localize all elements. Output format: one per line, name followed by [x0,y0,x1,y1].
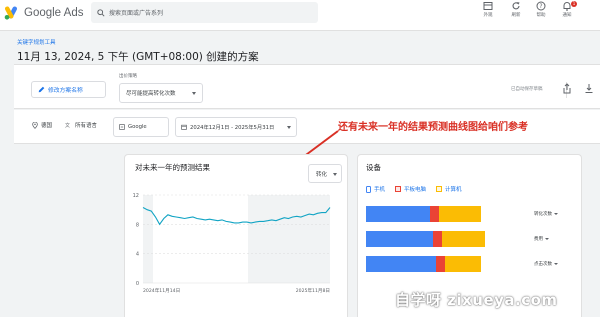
bid-strategy-select[interactable]: 尽可能提高转化次数 [119,83,203,103]
calendar-icon [181,124,187,130]
legend-mobile-label: 手机 [374,187,386,193]
legend-mobile: 手机 [366,185,385,193]
edit-plan-name-label: 修改方案名称 [48,88,83,94]
legend-tablet: 平板电脑 [395,185,426,193]
notifications-button[interactable]: 1 通知 [555,1,579,18]
chevron-down-icon [545,237,549,240]
bar-segment-tablet [429,206,439,222]
bid-strategy-value: 尽可能提高转化次数 [126,91,176,97]
x-tick-label: 2025年11月8日 [296,287,330,294]
location-pin-icon [32,121,38,129]
ads-logo-icon [4,6,18,20]
top-bar: Google Ads 搜索页面或广告系列 外观 刷新 ? 帮助 1 通知 [0,0,600,31]
help-label: 帮助 [536,13,546,18]
location-value: 德国 [41,123,53,129]
translate-icon: 文 [65,122,70,129]
chevron-down-icon [192,92,196,95]
device-metric-select[interactable]: 费用 [534,236,549,242]
appearance-button[interactable]: 外观 [476,1,500,18]
device-metric-label: 转化次数 [534,212,552,217]
location-filter[interactable]: 德国 [32,121,52,129]
bar-segment-computer [441,231,486,247]
refresh-icon [512,2,520,10]
search-network-select[interactable]: Google [113,117,169,137]
bar-segment-mobile [366,231,433,247]
google-ads-logo[interactable]: Google Ads [4,6,83,20]
annotation-text: 还有未来一年的结果预测曲线图给咱们参考 [338,122,528,133]
bid-strategy-label: 出价策略 [119,74,137,79]
language-value: 所有语言 [75,123,98,129]
legend-computer-label: 计算机 [445,187,462,193]
chevron-down-icon [554,212,558,215]
devices-title: 设备 [366,163,381,172]
device-bar-cost[interactable]: 费用 [366,231,576,247]
forecast-card: 对未来一年的预测结果 转化 0 4 8 12 2024年11月14日 2025年11月8日 [124,154,348,317]
search-engine-icon [119,124,125,130]
bar-segment-mobile [366,206,430,222]
search-icon [97,8,105,17]
y-tick-label: 4 [136,252,139,258]
y-tick-label: 8 [136,222,139,228]
device-metric-label: 点击次数 [534,262,552,267]
forecast-metric-select[interactable]: 转化 [308,164,342,183]
app-title: Google Ads [24,7,84,19]
appearance-label: 外观 [483,13,493,18]
pencil-icon [38,86,45,93]
download-icon[interactable] [584,83,594,94]
forecast-line-chart[interactable]: 0 4 8 12 2024年11月14日 2025年11月8日 [125,185,349,317]
device-metric-select[interactable]: 转化次数 [534,211,558,217]
legend-tablet-label: 平板电脑 [404,187,427,193]
svg-text:文: 文 [65,122,70,129]
refresh-button[interactable]: 刷新 [504,1,528,18]
language-filter[interactable]: 文 所有语言 [65,121,98,130]
share-icon[interactable] [562,83,572,94]
forecast-title: 对未来一年的预测结果 [135,163,210,172]
forecast-metric-value: 转化 [316,171,328,178]
chevron-down-icon [554,262,558,265]
device-bar-conversions[interactable]: 转化次数 [366,206,576,222]
search-network-value: Google [128,124,147,130]
bar-segment-tablet [432,231,442,247]
chart-shaded-band [248,195,330,283]
search-placeholder: 搜索页面或广告系列 [109,10,164,17]
device-metric-select[interactable]: 点击次数 [534,261,558,267]
legend-computer: 计算机 [436,185,462,193]
bar-segment-computer [438,206,481,222]
appearance-icon [483,2,493,10]
svg-text:?: ? [539,3,542,10]
page-title: 11月 13, 2024, 5 下午 (GMT+08:00) 创建的方案 [17,51,259,63]
bar-segment-mobile [366,256,436,272]
plan-settings-card: 修改方案名称 出价策略 尽可能提高转化次数 已自动保存草稿 [14,64,600,109]
chevron-down-icon [333,173,337,176]
device-metric-label: 费用 [534,237,543,242]
phone-icon [366,185,371,193]
tablet-icon [395,186,402,192]
bar-segment-computer [445,256,481,272]
x-tick-label: 2024年11月14日 [143,287,180,294]
notifications-label: 通知 [562,13,572,18]
devices-legend: 手机 平板电脑 计算机 [366,185,472,193]
saved-status: 已自动保存草稿 [511,87,543,92]
help-icon: ? [536,1,546,11]
computer-icon [436,186,443,192]
bar-segment-tablet [435,256,446,272]
breadcrumb[interactable]: 关键字规划工具 [17,38,56,46]
watermark: 自学呀 zixueya.com [395,291,558,309]
y-tick-label: 0 [136,281,139,287]
y-tick-label: 12 [133,193,139,199]
help-button[interactable]: ? 帮助 [529,1,553,18]
edit-plan-name-button[interactable]: 修改方案名称 [31,81,106,98]
search-input[interactable]: 搜索页面或广告系列 [91,2,318,23]
notification-badge: 1 [571,1,577,7]
device-bar-clicks[interactable]: 点击次数 [366,256,576,272]
refresh-label: 刷新 [511,13,521,18]
